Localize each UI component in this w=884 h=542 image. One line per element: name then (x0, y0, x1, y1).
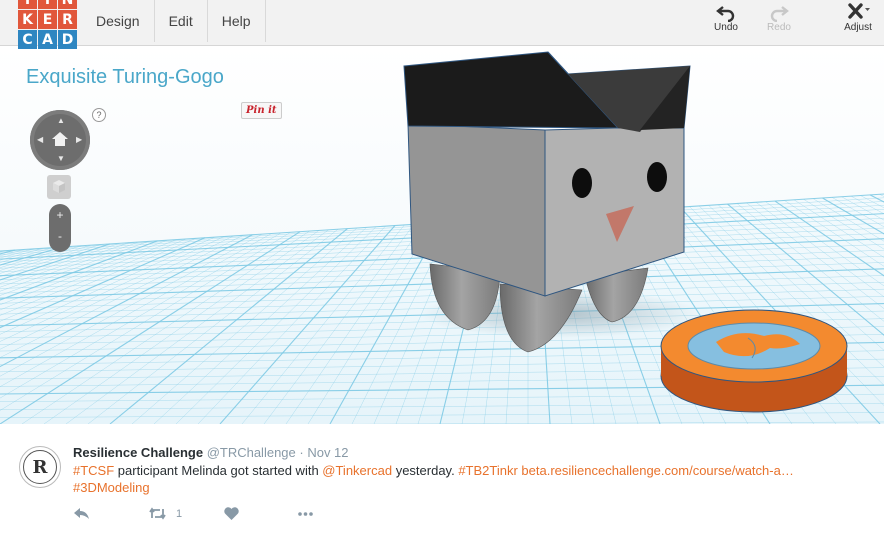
zoom-control: + - (49, 204, 71, 252)
logo-letter: I (38, 0, 57, 9)
undo-button[interactable]: Undo (696, 4, 756, 33)
url-link[interactable]: beta.resiliencechallenge.com/course/watc… (521, 463, 793, 478)
tweet-date[interactable]: Nov 12 (307, 445, 348, 460)
retweet-button[interactable]: 1 (149, 506, 182, 521)
home-view-icon[interactable] (51, 130, 69, 148)
retweet-count: 1 (176, 507, 183, 520)
author-name[interactable]: Resilience Challenge (73, 445, 203, 460)
more-button[interactable] (297, 506, 314, 521)
pin-it-button[interactable]: Pin it (241, 102, 282, 119)
view-cube-button[interactable] (47, 175, 71, 199)
undo-label: Undo (714, 22, 738, 33)
logo-letter: D (58, 30, 77, 49)
orbit-left-icon[interactable]: ◀ (37, 136, 43, 144)
tweet-card: R Resilience Challenge @TRChallenge · No… (0, 424, 884, 542)
view-navigation-control[interactable]: ▲ ▼ ◀ ▶ (30, 110, 90, 170)
adjust-icon (848, 3, 870, 19)
redo-icon (770, 6, 789, 22)
like-icon (224, 507, 239, 520)
logo-letter: C (18, 30, 37, 49)
tweet-text-segment: yesterday. (392, 463, 459, 478)
logo-letter: E (38, 10, 57, 29)
orbit-right-icon[interactable]: ▶ (76, 136, 82, 144)
redo-label: Redo (767, 22, 791, 33)
design-title[interactable]: Exquisite Turing-Gogo (26, 66, 224, 89)
menu-edit[interactable]: Edit (155, 0, 208, 42)
hashtag-link[interactable]: #TCSF (73, 463, 114, 478)
logo-letter: N (58, 0, 77, 9)
workplane-scene (0, 46, 884, 424)
retweet-icon (149, 507, 166, 520)
orbit-up-icon[interactable]: ▲ (57, 117, 65, 125)
cube-icon (53, 180, 65, 193)
reply-icon (74, 508, 89, 519)
tweet-text-segment: participant Melinda got started with (114, 463, 323, 478)
logo-letter: T (18, 0, 37, 9)
reply-button[interactable] (73, 506, 90, 521)
author-avatar[interactable]: R (19, 446, 61, 488)
menu-help[interactable]: Help (208, 0, 266, 42)
logo-letter: A (38, 30, 57, 49)
hashtag-link[interactable]: #TB2Tinkr (458, 463, 517, 478)
avatar-logo: R (23, 450, 57, 484)
help-button[interactable]: ? (92, 108, 106, 122)
workplane-viewport[interactable]: Exquisite Turing-Gogo ? Pin it ▲ ▼ ◀ ▶ +… (0, 46, 884, 424)
zoom-in-button[interactable]: + (49, 208, 71, 222)
more-icon (298, 512, 313, 516)
zoom-out-button[interactable]: - (49, 229, 71, 243)
redo-button[interactable]: Redo (749, 4, 809, 33)
main-menu: Design Edit Help (82, 0, 266, 42)
menu-design[interactable]: Design (82, 0, 155, 42)
top-toolbar: T I N K E R C A D Design Edit Help Undo … (0, 0, 884, 49)
like-button[interactable] (223, 506, 240, 521)
undo-icon (716, 6, 735, 22)
adjust-button[interactable]: Adjust (828, 2, 884, 33)
orbit-down-icon[interactable]: ▼ (57, 155, 65, 163)
tinkercad-logo[interactable]: T I N K E R C A D (18, 0, 78, 52)
logo-letter: K (18, 10, 37, 29)
orange-coin (660, 309, 848, 413)
logo-letter: R (58, 10, 77, 29)
tweet-text: #TCSF participant Melinda got started wi… (73, 462, 833, 496)
header-separator: · (295, 445, 308, 460)
mention-link[interactable]: @Tinkercad (322, 463, 392, 478)
author-handle[interactable]: @TRChallenge (207, 445, 296, 460)
tinkercad-screenshot: T I N K E R C A D Design Edit Help Undo … (0, 0, 884, 542)
character-body (403, 51, 691, 297)
adjust-label: Adjust (844, 22, 872, 33)
hashtag-link[interactable]: #3DModeling (73, 480, 150, 495)
tweet-header: Resilience Challenge @TRChallenge · Nov … (73, 445, 349, 460)
